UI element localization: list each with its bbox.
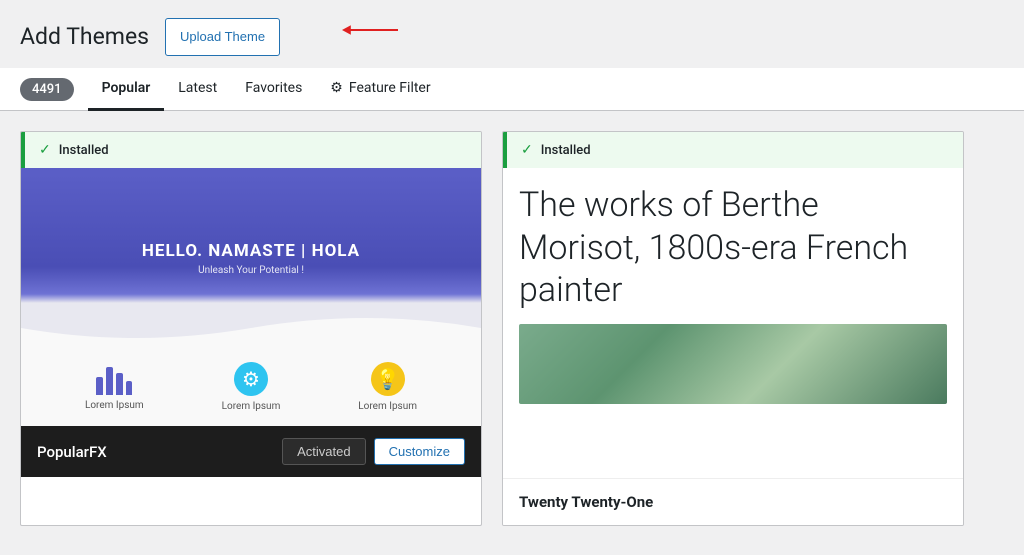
tab-latest[interactable]: Latest: [164, 68, 231, 111]
theme-footer-1: PopularFX Activated Customize: [21, 426, 481, 477]
theme-preview-2: The works of Berthe Morisot, 1800s-era F…: [503, 168, 963, 478]
upload-theme-button[interactable]: Upload Theme: [165, 18, 280, 56]
hero-title: HELLO. NAMASTE | HOLA: [142, 241, 360, 261]
footer-actions-1: Activated Customize: [282, 438, 465, 465]
page-wrapper: Add Themes Upload Theme 4491 Popular Lat…: [0, 0, 1024, 555]
theme-card-popularfx: ✓ Installed HELLO. NAMASTE | HOLA Unleas…: [20, 131, 482, 526]
tab-feature-filter[interactable]: ⚙ Feature Filter: [316, 68, 444, 111]
theme-name-1: PopularFX: [37, 443, 107, 461]
theme-card-twentytwentyone: ✓ Installed The works of Berthe Morisot,…: [502, 131, 964, 526]
tt1-image: [519, 324, 947, 404]
tab-popular[interactable]: Popular: [88, 68, 165, 111]
theme-count-badge: 4491: [20, 78, 74, 101]
icon-label-2: Lorem Ipsum: [222, 401, 281, 412]
hero-subtitle: Unleash Your Potential !: [198, 265, 304, 276]
installed-label-1: Installed: [59, 143, 109, 158]
activated-button[interactable]: Activated: [282, 438, 365, 465]
header-area: Add Themes Upload Theme: [0, 0, 1024, 56]
customize-button[interactable]: Customize: [374, 438, 465, 465]
installed-banner-2: ✓ Installed: [503, 132, 963, 168]
icon-label-1: Lorem Ipsum: [85, 400, 144, 411]
gear-icon: ⚙: [330, 80, 343, 96]
tt1-preview-text: The works of Berthe Morisot, 1800s-era F…: [519, 184, 947, 312]
arrow-annotation: [330, 10, 410, 50]
icon-block-chart: Lorem Ipsum: [85, 363, 144, 411]
icon-block-bulb: 💡 Lorem Ipsum: [358, 362, 417, 412]
theme-footer-2: Twenty Twenty-One: [503, 478, 963, 525]
theme-preview-hero: HELLO. NAMASTE | HOLA Unleash Your Poten…: [21, 168, 481, 348]
icon-label-3: Lorem Ipsum: [358, 401, 417, 412]
installed-label-2: Installed: [541, 143, 591, 158]
hero-wave: [21, 308, 481, 348]
theme-name-2: Twenty Twenty-One: [519, 493, 653, 511]
icon-block-gear: ⚙ Lorem Ipsum: [222, 362, 281, 412]
bulb-icon-preview: 💡: [371, 362, 405, 396]
page-title: Add Themes: [20, 22, 149, 52]
preview-icons-row: Lorem Ipsum ⚙ Lorem Ipsum 💡 Lorem Ipsum: [21, 348, 481, 426]
gear-icon-preview: ⚙: [234, 362, 268, 396]
check-icon-1: ✓: [39, 142, 51, 158]
chart-icon: [96, 363, 132, 395]
installed-banner-1: ✓ Installed: [21, 132, 481, 168]
tab-favorites[interactable]: Favorites: [231, 68, 316, 111]
tab-bar: 4491 Popular Latest Favorites ⚙ Feature …: [0, 68, 1024, 111]
check-icon-2: ✓: [521, 142, 533, 158]
themes-grid: ✓ Installed HELLO. NAMASTE | HOLA Unleas…: [0, 111, 1024, 546]
